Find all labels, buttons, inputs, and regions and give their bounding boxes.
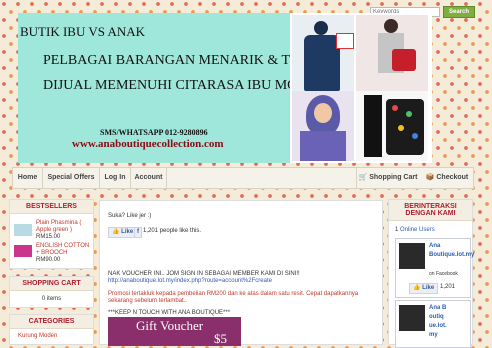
product-name[interactable]: Plain Phasmina ( Apple green ) xyxy=(36,220,92,234)
fb-widget: Ana Boutique.lot.my on Facebook 👍 Like 1… xyxy=(395,238,474,298)
interact-title: BERINTERAKSI DENGAN KAMI xyxy=(389,200,472,221)
online-users: 1 Online Users xyxy=(395,227,435,233)
cart-icon: 🛒 xyxy=(358,174,368,181)
fb-widget-2: Ana Boutique.lot.my xyxy=(395,300,471,348)
keep-in-touch: ***KEEP N TOUCH WITH ANA BOUTIQUE*** xyxy=(108,310,231,316)
banner-contact: SMS/WHATSAPP 012-9280896 xyxy=(100,128,208,137)
model-photo-1 xyxy=(292,15,354,93)
promo-text: Promosi tertakluk kepada pembelian RM200… xyxy=(108,291,359,297)
bestsellers-box: BESTSELLERS Plain Phasmina ( Apple green… xyxy=(9,199,94,269)
interact-box: BERINTERAKSI DENGAN KAMI 1 Online Users … xyxy=(388,199,474,348)
bestsellers-title: BESTSELLERS xyxy=(10,200,93,214)
categories-box: CATEGORIES Kurung Moden xyxy=(9,314,94,345)
fb-widget-like-button[interactable]: 👍 Like xyxy=(409,283,439,294)
cart-title: SHOPPING CART xyxy=(10,277,93,291)
banner-title: BUTIK IBU VS ANAK xyxy=(20,24,146,39)
voucher-link[interactable]: http://anaboutique.lot.my/index.php?rout… xyxy=(108,278,272,284)
cart-box: SHOPPING CART 0 items xyxy=(9,276,94,308)
checkout-icon: 📦 xyxy=(425,174,435,181)
category-item[interactable]: Kurung Moden xyxy=(10,329,93,339)
nav-cart-label: Shopping Cart xyxy=(369,174,418,181)
product-thumb[interactable] xyxy=(14,224,32,236)
share-icon: f xyxy=(137,229,139,235)
promo-text-2: sekarang sebelum terlambat.. xyxy=(108,298,188,304)
model-photo-2 xyxy=(356,15,428,93)
banner-website[interactable]: www.anaboutiquecollection.com xyxy=(72,138,224,150)
nav-account[interactable]: Account xyxy=(131,168,167,188)
voucher-title: Gift Voucher xyxy=(136,318,204,333)
fb-page-name[interactable]: Ana Boutique.lot.my xyxy=(429,242,474,260)
fb-avatar-2[interactable] xyxy=(399,305,425,331)
nav-checkout-label: Checkout xyxy=(436,174,469,181)
fb-share-button[interactable]: f xyxy=(134,227,142,238)
online-count: 1 xyxy=(395,227,399,233)
fb-on-facebook: on Facebook xyxy=(429,271,458,277)
cart-count: 0 items xyxy=(41,296,62,302)
online-label: Online Users xyxy=(400,227,435,233)
product-price: RM15.00 xyxy=(36,234,61,240)
product-price: RM90.00 xyxy=(36,257,61,263)
gift-voucher-image: Gift Voucher $5 xyxy=(108,317,241,346)
product-thumb[interactable] xyxy=(14,245,32,257)
nav-shopping-cart[interactable]: 🛒 Shopping Cart xyxy=(356,168,419,188)
product-name[interactable]: ENGLISH COTTON + BROOCH xyxy=(36,243,92,257)
fb-like-label: Like xyxy=(121,229,134,235)
main-nav: Home Special Offers Log In Account 🛒 Sho… xyxy=(12,167,474,189)
fb-widget-count: 1,201 xyxy=(440,284,456,290)
fb-page-name-2[interactable]: Ana Boutique.lot.my xyxy=(429,304,447,340)
banner-photos xyxy=(290,13,432,163)
thumbs-up-icon: 👍 xyxy=(112,229,120,235)
model-photo-4 xyxy=(356,91,428,161)
nav-special-offers[interactable]: Special Offers xyxy=(43,168,100,188)
fb-like-button[interactable]: 👍 Like xyxy=(108,227,138,238)
main-content: Suka? Like jer :) 👍 Like f 1,201 people … xyxy=(99,200,383,346)
like-count: 1,201 people like this. xyxy=(143,228,202,234)
like-prompt: Suka? Like jer :) xyxy=(108,213,152,219)
fb-avatar[interactable] xyxy=(399,243,425,269)
nav-home[interactable]: Home xyxy=(13,168,43,188)
categories-title: CATEGORIES xyxy=(10,315,93,329)
search-button[interactable]: Search xyxy=(443,6,475,18)
fb-widget-like-label: Like xyxy=(422,285,435,291)
voucher-message: NAK VOUCHER INI.. JOM SIGN IN SEBAGAI ME… xyxy=(108,271,300,277)
model-photo-3 xyxy=(292,91,354,161)
thumbs-up-icon: 👍 xyxy=(413,285,421,291)
nav-login[interactable]: Log In xyxy=(100,168,131,188)
nav-checkout[interactable]: 📦 Checkout xyxy=(421,168,473,188)
